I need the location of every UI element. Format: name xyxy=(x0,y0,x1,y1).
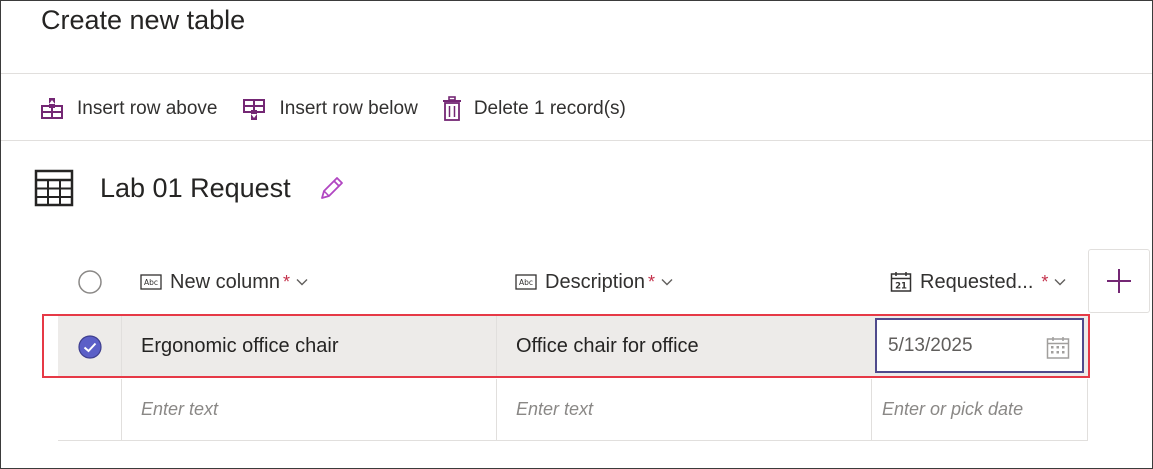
cell-value: Ergonomic office chair xyxy=(141,335,339,357)
date-value: 5/13/2025 xyxy=(888,334,973,356)
trash-icon xyxy=(442,96,461,121)
date-picker-input[interactable]: 5/13/2025 xyxy=(875,318,1084,373)
insert-row-above-button[interactable]: Insert row above xyxy=(39,97,217,121)
cell-value: Office chair for office xyxy=(516,335,699,357)
column-label: Description xyxy=(545,270,646,293)
divider xyxy=(1,140,1152,141)
create-table-panel: Create new table Insert row above Insert… xyxy=(0,0,1153,469)
select-all-cell xyxy=(58,251,121,313)
placeholder-text: Enter or pick date xyxy=(882,399,1024,419)
page-title: Create new table xyxy=(41,5,246,35)
chevron-down-icon xyxy=(1054,279,1066,286)
column-label: Requested... xyxy=(920,270,1034,293)
date-type-icon: 21 xyxy=(890,272,912,292)
placeholder-text: Enter text xyxy=(141,399,219,419)
table-name: Lab 01 Request xyxy=(100,172,291,203)
column-header-button[interactable]: Abc New column * xyxy=(140,271,308,294)
row-select-cell xyxy=(58,379,121,440)
column-header-description: Abc Description * xyxy=(496,251,871,313)
insert-row-above-icon xyxy=(41,98,63,119)
insert-row-below-icon xyxy=(243,99,266,120)
column-header-new-column: Abc New column * xyxy=(121,251,496,313)
date-cell-input[interactable]: Enter or pick date xyxy=(871,379,1088,440)
delete-records-button[interactable]: Delete 1 record(s) xyxy=(442,96,626,122)
chevron-down-icon xyxy=(296,279,308,286)
required-asterisk: * xyxy=(283,271,291,292)
svg-text:Abc: Abc xyxy=(144,278,158,287)
column-header-row: Abc New column * Abc Description * 21 Re… xyxy=(58,251,1088,313)
column-header-button[interactable]: Abc Description * xyxy=(515,271,673,294)
table-cell-input[interactable]: Enter text xyxy=(496,379,871,440)
table-header: Lab 01 Request xyxy=(34,169,345,207)
table-icon xyxy=(34,169,74,207)
column-header-button[interactable]: 21 Requested... * xyxy=(890,271,1066,294)
chevron-down-icon xyxy=(661,279,673,286)
svg-text:Abc: Abc xyxy=(519,278,533,287)
column-label: New column xyxy=(170,270,281,293)
table-cell-input[interactable]: Enter text xyxy=(121,379,496,440)
toolbar: Insert row above Insert row below Delete… xyxy=(39,91,650,127)
text-type-icon: Abc xyxy=(515,274,537,290)
row-selected-checkbox[interactable] xyxy=(77,334,103,360)
required-asterisk: * xyxy=(648,271,656,292)
column-header-requested: 21 Requested... * xyxy=(871,251,1088,313)
table-row[interactable]: Ergonomic office chair Office chair for … xyxy=(58,315,1088,378)
new-row: Enter text Enter text Enter or pick date xyxy=(58,379,1088,441)
divider xyxy=(1,73,1152,74)
text-type-icon: Abc xyxy=(140,274,162,290)
table-cell[interactable]: Office chair for office xyxy=(496,315,871,378)
delete-records-label: Delete 1 record(s) xyxy=(473,98,626,119)
plus-icon xyxy=(1107,269,1131,293)
calendar-icon[interactable] xyxy=(1046,336,1070,360)
required-asterisk: * xyxy=(1041,271,1049,292)
insert-row-above-label: Insert row above xyxy=(77,98,218,119)
row-select-cell xyxy=(58,315,121,378)
table-cell[interactable]: Ergonomic office chair xyxy=(121,315,496,378)
add-column-button[interactable] xyxy=(1088,249,1150,313)
select-all-checkbox[interactable] xyxy=(77,269,103,295)
placeholder-text: Enter text xyxy=(516,399,594,419)
svg-text:21: 21 xyxy=(895,282,907,292)
insert-row-below-label: Insert row below xyxy=(279,98,418,119)
insert-row-below-button[interactable]: Insert row below xyxy=(241,97,418,121)
edit-pencil-icon[interactable] xyxy=(319,175,345,201)
